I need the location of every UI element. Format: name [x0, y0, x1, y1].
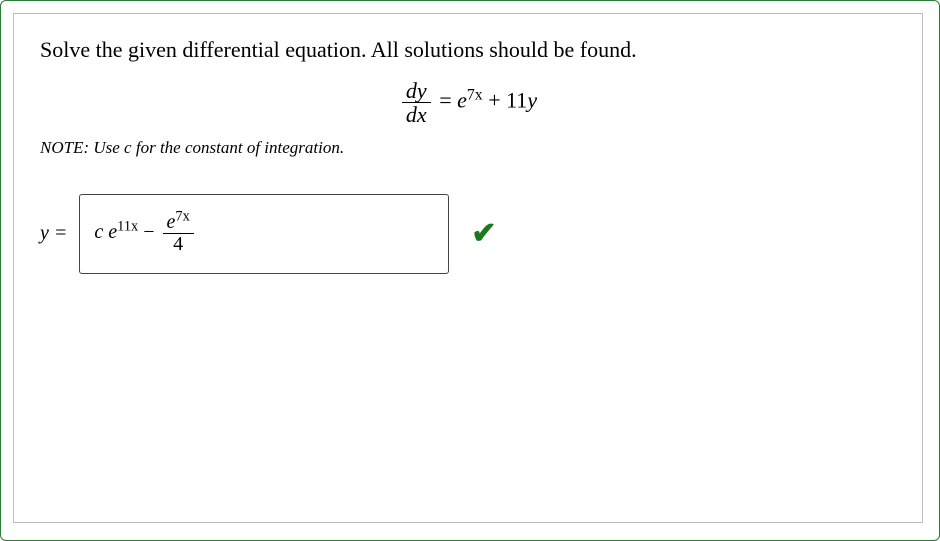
- answer-lhs: y =: [40, 222, 67, 245]
- answer-fraction: e7x 4: [163, 212, 194, 255]
- exponent-7x-text: 7x: [467, 86, 483, 103]
- problem-prompt: Solve the given differential equation. A…: [40, 36, 896, 65]
- exponent-7x: 7x: [467, 86, 483, 103]
- differential-equation: dy dx = e7x + 11y: [40, 79, 896, 126]
- problem-panel: Solve the given differential equation. A…: [13, 13, 923, 523]
- answer-frac-num: e7x: [163, 212, 194, 233]
- e-base-1: e: [457, 87, 467, 112]
- plus-sign: +: [488, 87, 506, 112]
- dy-dx-fraction: dy dx: [402, 79, 431, 126]
- coef-11: 11: [506, 87, 527, 112]
- exponent-11x-text: 11x: [117, 219, 138, 235]
- note-text: NOTE: Use c for the constant of integrat…: [40, 138, 896, 158]
- fraction-numerator: dy: [402, 79, 431, 102]
- check-icon: ✔: [471, 216, 496, 251]
- outer-frame: Solve the given differential equation. A…: [0, 0, 940, 541]
- const-c: c: [94, 221, 108, 243]
- exponent-7x-2-text: 7x: [175, 209, 189, 225]
- answer-row: y = c e11x − e7x 4 ✔: [40, 194, 896, 274]
- minus-sign: −: [143, 221, 159, 243]
- answer-expression: c e11x − e7x 4: [94, 212, 196, 255]
- exponent-7x-2: 7x: [175, 209, 189, 225]
- exponent-11x: 11x: [117, 219, 138, 235]
- answer-var-y: y: [40, 222, 49, 244]
- answer-frac-den: 4: [163, 233, 194, 255]
- answer-equals: =: [49, 222, 68, 244]
- fraction-denominator: dx: [402, 102, 431, 126]
- answer-input[interactable]: c e11x − e7x 4: [79, 194, 449, 274]
- e-base-2: e: [108, 221, 117, 243]
- equals-sign: =: [439, 87, 457, 112]
- var-y: y: [527, 87, 537, 112]
